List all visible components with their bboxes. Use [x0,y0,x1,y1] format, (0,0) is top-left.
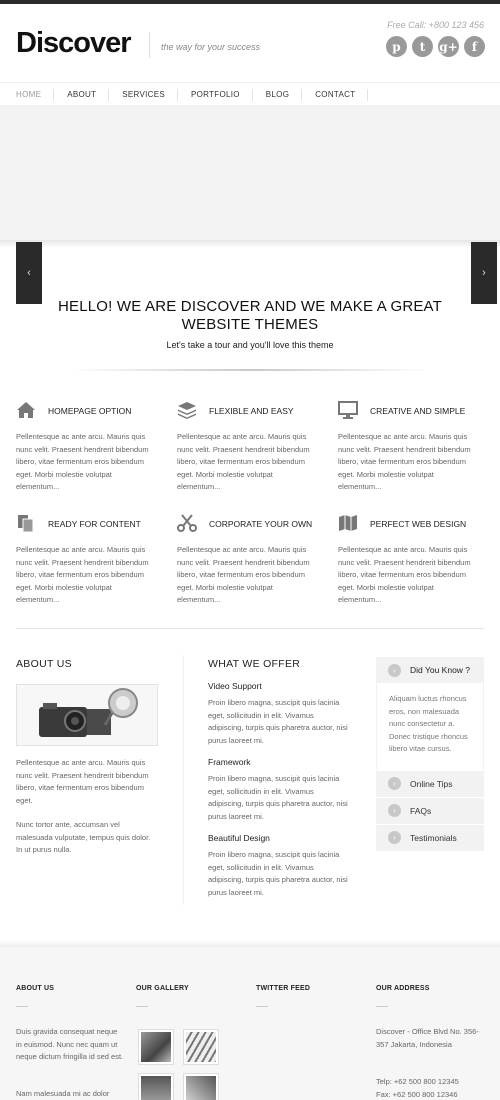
sidebar-accordion: › Did You Know ? Aliquam luctus rhoncus … [376,657,484,851]
feature-title: PERFECT WEB DESIGN [370,519,467,529]
feature-title: HOMEPAGE OPTION [48,406,132,416]
footer-about-title: ABOUT US [16,985,55,992]
footer-about-text: Duis gravida consequat neque in euismod.… [16,1027,124,1061]
monitor-icon [338,401,358,419]
feature-text: Pellentesque ac ante arcu. Mauris quis n… [16,545,149,604]
footer-fax: Fax: +62 500 800 12346 [376,1090,458,1099]
slider-next-button[interactable]: › [471,242,497,304]
free-call: Free Call: +800 123 456 [387,20,484,30]
feature-text: Pellentesque ac ante arcu. Mauris quis n… [177,545,310,604]
footer-dash [136,1006,148,1007]
section-divider [16,628,484,629]
offer-item-text: Proin libero magna, suscipit quis lacini… [208,850,348,897]
chevron-icon: › [388,831,401,844]
feature-title: FLEXIBLE AND EASY [209,406,294,416]
footer-about-text-2: Nam malesuada mi ac dolor [16,1089,110,1098]
about-title: ABOUT US [16,658,72,670]
social-links: p t g+ f [386,36,485,57]
nav-portfolio[interactable]: PORTFOLIO [191,89,253,101]
accordion-faqs[interactable]: › FAQs [376,796,484,824]
layers-icon [177,401,197,419]
home-icon [16,401,36,419]
accordion-did-you-know[interactable]: › Did You Know ? [376,657,484,683]
slider-shadow [0,240,500,248]
tagline: the way for your success [161,42,261,52]
feature-title: READY FOR CONTENT [48,519,141,529]
accordion-body: Aliquam luctus rhoncus eros, non malesua… [376,683,484,770]
footer-telephone: Telp: +62 500 800 12345 [376,1077,459,1086]
hero-divider [70,369,430,371]
slider-prev-button[interactable]: ‹ [16,242,42,304]
logo-divider [149,32,150,58]
nav-home[interactable]: HOME [16,89,55,101]
about-paragraph-2: Nunc tortor ante, accumsan vel malesuada… [16,820,151,854]
footer-twitter-title: TWITTER FEED [256,985,311,992]
about-camera-image [16,684,158,746]
facebook-icon[interactable]: f [464,36,485,57]
footer-address-title: OUR ADDRESS [376,985,430,992]
feature-text: Pellentesque ac ante arcu. Mauris quis n… [177,432,310,491]
offer-title: WHAT WE OFFER [208,658,301,670]
about-paragraph-1: Pellentesque ac ante arcu. Mauris quis n… [16,758,149,805]
accordion-item-label: Testimonials [410,832,457,843]
hero-heading: HELLO! WE ARE DISCOVER AND WE MAKE A GRE… [57,298,443,333]
accordion-head-label: Did You Know ? [410,665,471,675]
chevron-icon: › [388,804,401,817]
documents-icon [16,514,36,533]
gallery-thumb[interactable] [183,1073,219,1100]
gallery-thumb[interactable] [183,1029,219,1065]
nav-blog[interactable]: BLOG [266,89,303,101]
accordion-item-label: FAQs [410,805,432,816]
twitter-icon[interactable]: t [412,36,433,57]
feature-text: Pellentesque ac ante arcu. Mauris quis n… [338,432,471,491]
footer-dash [376,1006,388,1007]
offer-item-title: Video Support [208,681,262,691]
feature-title: CREATIVE AND SIMPLE [370,406,466,416]
feature-text: Pellentesque ac ante arcu. Mauris quis n… [16,432,149,491]
hero-subheading: Let's take a tour and you'll love this t… [166,340,334,350]
footer-dash [256,1006,268,1007]
offer-item-text: Proin libero magna, suscipit quis lacini… [208,774,348,821]
nav-services[interactable]: SERVICES [122,89,178,101]
site-logo[interactable]: Discover [16,27,132,60]
map-icon [338,514,358,532]
offer-item-title: Beautiful Design [208,833,270,843]
feature-text: Pellentesque ac ante arcu. Mauris quis n… [338,545,471,604]
nav-contact[interactable]: CONTACT [315,89,369,101]
accordion-testimonials[interactable]: › Testimonials [376,823,484,851]
footer-dash [16,1006,28,1007]
accordion-item-label: Online Tips [410,778,453,789]
footer-gallery-title: OUR GALLERY [136,985,189,992]
chevron-icon: › [388,777,401,790]
gallery-thumb[interactable] [138,1029,174,1065]
nav-about[interactable]: ABOUT [67,89,110,101]
scissors-icon [177,514,197,532]
hero-banner [0,105,500,240]
pinterest-icon[interactable]: p [386,36,407,57]
accordion-online-tips[interactable]: › Online Tips [376,769,484,797]
column-divider [183,655,184,905]
offer-item-title: Framework [208,757,251,767]
offer-item-text: Proin libero magna, suscipit quis lacini… [208,698,348,745]
feature-title: CORPORATE YOUR OWN [209,519,313,529]
footer-address: Discover - Office Blvd No. 356-357 Jakar… [376,1027,479,1049]
gallery-thumb[interactable] [138,1073,174,1100]
site-header: Discover the way for your success Free C… [0,4,500,78]
google-plus-icon[interactable]: g+ [438,36,459,57]
chevron-icon: › [388,663,401,677]
